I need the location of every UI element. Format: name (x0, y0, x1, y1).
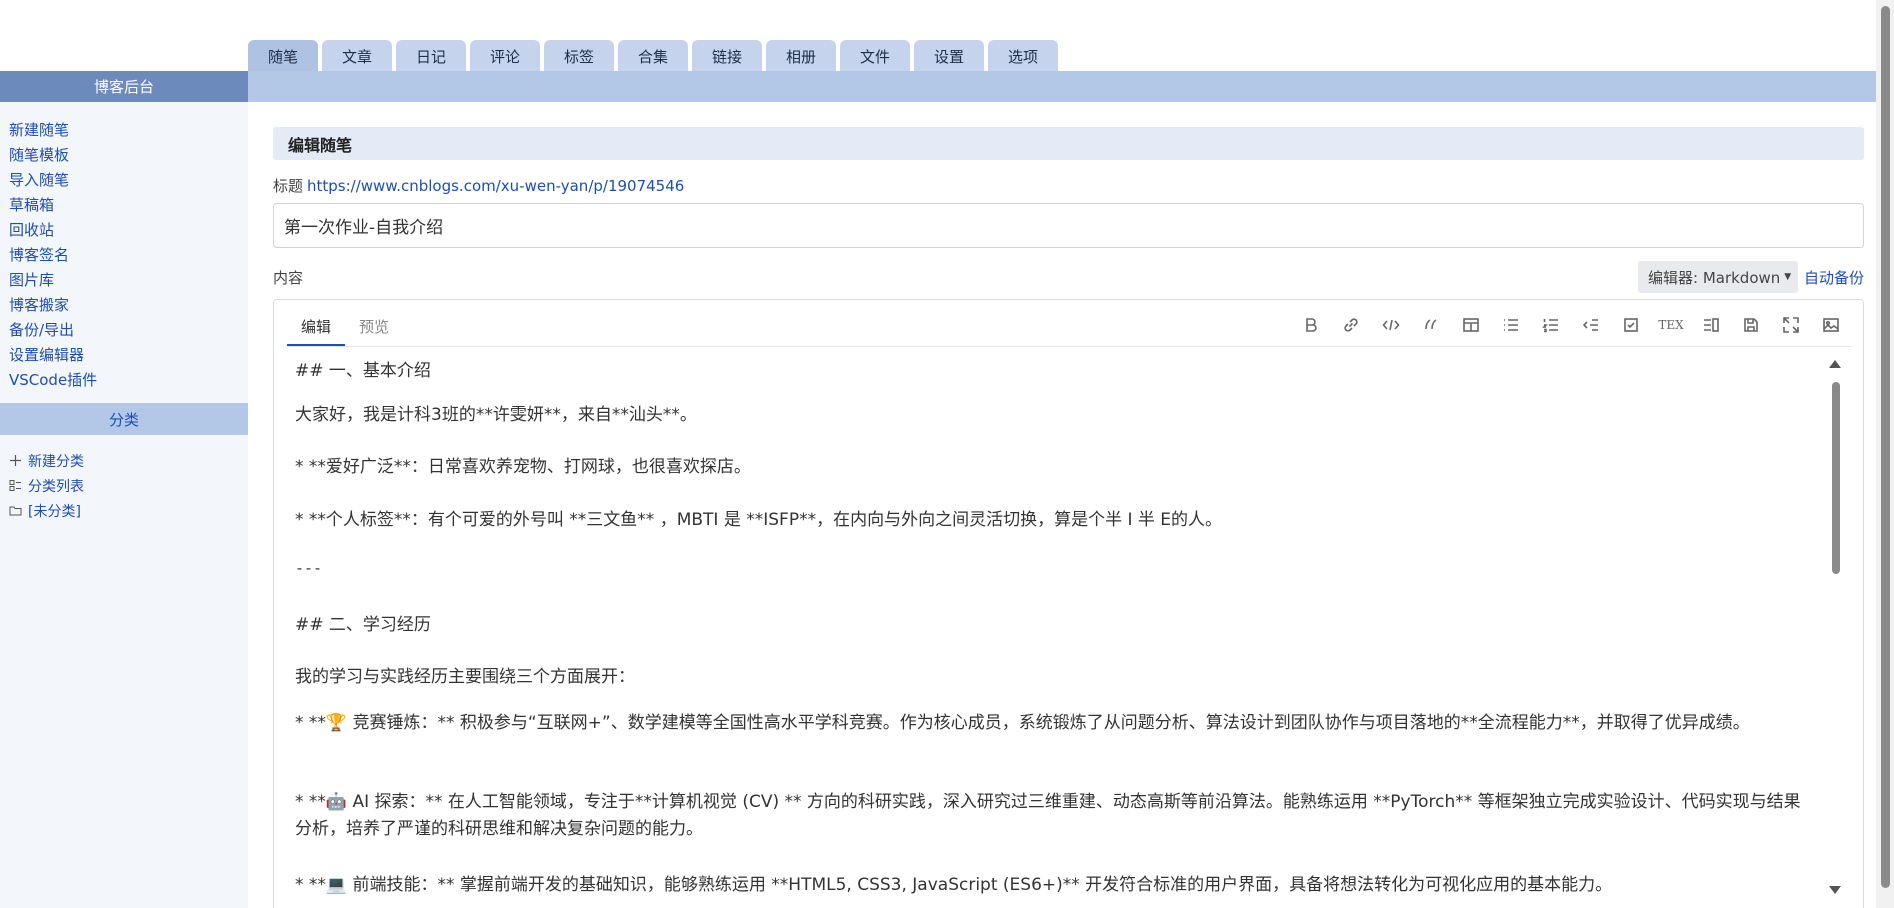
editor-select-label: 编辑器: Markdown (1648, 268, 1781, 287)
tab-essays[interactable]: 随笔 (248, 40, 318, 72)
tab-options[interactable]: 选项 (988, 40, 1058, 72)
tab-collections[interactable]: 合集 (618, 40, 688, 72)
editor-select[interactable]: 编辑器: Markdown ▼ (1638, 261, 1798, 293)
sidebar: 新建随笔 随笔模板 导入随笔 草稿箱 回收站 博客签名 图片库 博客搬家 备份/… (0, 102, 248, 908)
sidebar-item-recycle-bin[interactable]: 回收站 (9, 218, 97, 243)
sidebar-item-editor-settings[interactable]: 设置编辑器 (9, 343, 97, 368)
sidebar-item-new-essay[interactable]: 新建随笔 (9, 118, 97, 143)
table-icon[interactable] (1461, 315, 1481, 335)
sidebar-item-backup-export[interactable]: 备份/导出 (9, 318, 97, 343)
bullet-frontend-skills: * **💻 前端技能：** 掌握前端开发的基础知识，能够熟练运用 **HTML5… (295, 875, 1613, 895)
sidebar-item-blog-migration[interactable]: 博客搬家 (9, 293, 97, 318)
sidebar-links: 新建随笔 随笔模板 导入随笔 草稿箱 回收站 博客签名 图片库 博客搬家 备份/… (9, 118, 97, 393)
new-category-label: 新建分类 (28, 453, 84, 470)
autosave-link[interactable]: 自动备份 (1804, 267, 1864, 288)
bullet-competitions: * **🏆 竞赛锤炼：** 积极参与“互联网+”、数学建模等全国性高水平学科竞赛… (295, 713, 1750, 733)
content-label: 内容 (273, 269, 304, 287)
heading-learning: ## 二、学习经历 (295, 615, 431, 635)
post-url-link[interactable]: https://www.cnblogs.com/xu-wen-yan/p/190… (307, 177, 684, 195)
link-icon[interactable] (1341, 315, 1361, 335)
checkbox-icon[interactable] (1621, 315, 1641, 335)
section-title: 编辑随笔 (273, 127, 1864, 160)
tab-edit[interactable]: 编辑 (287, 300, 346, 346)
numbered-list-icon[interactable] (1541, 315, 1561, 335)
scroll-down-arrow[interactable] (1829, 886, 1841, 894)
category-list-label: 分类列表 (28, 478, 84, 495)
editor-divider (287, 346, 1852, 347)
markdown-editor: 编辑 预览 TEX ## 一、基本介绍 大家好，我是计科3班的**许雯妍**，来… (273, 299, 1864, 908)
category-list-link[interactable]: 分类列表 (9, 473, 84, 498)
editor-tabs: 编辑 预览 (287, 300, 403, 346)
tab-tags[interactable]: 标签 (544, 40, 614, 72)
tabs-band (248, 71, 1876, 102)
learning-paragraph: 我的学习与实践经历主要围绕三个方面展开： (295, 667, 635, 687)
new-category-link[interactable]: 新建分类 (9, 448, 84, 473)
bullet-hobbies: * **爱好广泛**：日常喜欢养宠物、打网球，也很喜欢探店。 (295, 457, 751, 477)
editor-scroll-thumb[interactable] (1832, 382, 1840, 574)
tab-files[interactable]: 文件 (840, 40, 910, 72)
page-scroll-thumb[interactable] (1881, 6, 1890, 888)
heading-basic-intro: ## 一、基本介绍 (295, 361, 431, 381)
sidebar-item-essay-templates[interactable]: 随笔模板 (9, 143, 97, 168)
sidebar-item-vscode-plugin[interactable]: VSCode插件 (9, 368, 97, 393)
sidebar-header: 博客后台 (0, 71, 248, 102)
title-line: 标题 https://www.cnblogs.com/xu-wen-yan/p/1… (273, 175, 684, 196)
scroll-up-arrow[interactable] (1829, 360, 1841, 368)
title-label: 标题 (273, 177, 304, 195)
uncategorized-link[interactable]: [未分类] (9, 498, 84, 523)
uncategorized-label: [未分类] (28, 503, 81, 520)
tab-links[interactable]: 链接 (692, 40, 762, 72)
folder-icon (9, 506, 22, 516)
top-tabs: 随笔 文章 日记 评论 标签 合集 链接 相册 文件 设置 选项 (248, 40, 1058, 72)
bold-icon[interactable] (1301, 315, 1321, 335)
side-by-side-icon[interactable] (1701, 315, 1721, 335)
editor-toolbar: TEX (1301, 315, 1841, 335)
tab-articles[interactable]: 文章 (322, 40, 392, 72)
intro-paragraph: 大家好，我是计科3班的**许雯妍**，来自**汕头**。 (295, 405, 697, 425)
horizontal-rule: --- (295, 559, 323, 577)
tab-diary[interactable]: 日记 (396, 40, 466, 72)
tab-preview[interactable]: 预览 (345, 300, 403, 346)
bullet-personal-tags: * **个人标签**：有个可爱的外号叫 **三文鱼** ，MBTI 是 **IS… (295, 510, 1223, 530)
category-links: 新建分类 分类列表 [未分类] (9, 448, 84, 523)
tab-settings[interactable]: 设置 (914, 40, 984, 72)
save-icon[interactable] (1741, 315, 1761, 335)
quote-icon[interactable] (1421, 315, 1441, 335)
bullet-ai-research: * **🤖 AI 探索：** 在人工智能领域，专注于**计算机视觉 (CV) *… (295, 792, 1801, 839)
category-header: 分类 (0, 403, 248, 435)
sidebar-item-blog-signature[interactable]: 博客签名 (9, 243, 97, 268)
sidebar-item-drafts[interactable]: 草稿箱 (9, 193, 97, 218)
outdent-icon[interactable] (1581, 315, 1601, 335)
tab-comments[interactable]: 评论 (470, 40, 540, 72)
caret-down-icon: ▼ (1784, 272, 1792, 282)
bullet-list-icon[interactable] (1501, 315, 1521, 335)
sidebar-item-import-essay[interactable]: 导入随笔 (9, 168, 97, 193)
title-input[interactable] (273, 203, 1864, 248)
image-icon[interactable] (1821, 315, 1841, 335)
fullscreen-icon[interactable] (1781, 315, 1801, 335)
code-icon[interactable] (1381, 315, 1401, 335)
list-icon (9, 480, 21, 491)
tex-icon[interactable]: TEX (1658, 315, 1683, 335)
tab-albums[interactable]: 相册 (766, 40, 836, 72)
sidebar-item-image-library[interactable]: 图片库 (9, 268, 97, 293)
plus-icon (10, 455, 21, 466)
